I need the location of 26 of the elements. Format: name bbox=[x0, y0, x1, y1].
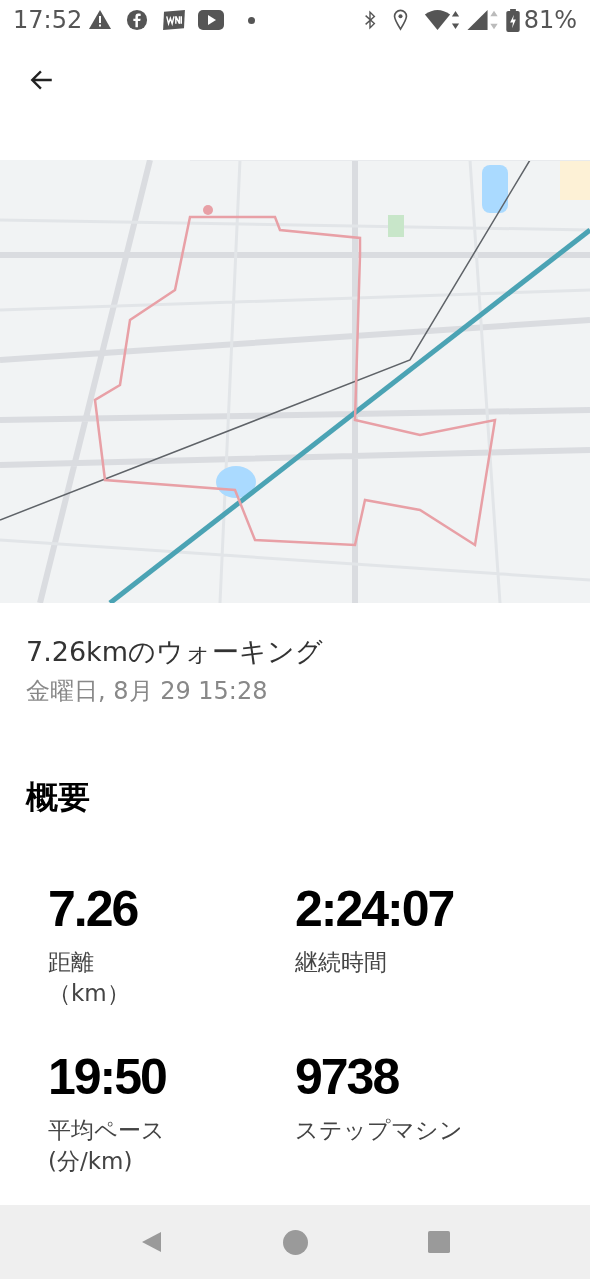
summary-heading: 概要 bbox=[26, 777, 91, 818]
signal-icon bbox=[465, 9, 500, 31]
warning-icon bbox=[88, 8, 113, 32]
nav-recents-icon[interactable] bbox=[428, 1231, 451, 1253]
activity-title: 7.26kmのウォーキング bbox=[26, 635, 325, 669]
nav-home-icon[interactable] bbox=[283, 1229, 309, 1255]
battery-percentage: 81% bbox=[523, 5, 577, 36]
stat-label: 距離 bbox=[48, 948, 95, 977]
stat-label: 平均ペース bbox=[48, 1116, 166, 1145]
more-notifications-icon bbox=[248, 16, 256, 24]
stat-value: 2:24:07 bbox=[295, 881, 455, 937]
stat-label: 継続時間 bbox=[295, 948, 388, 977]
battery-charging-icon bbox=[505, 8, 520, 32]
stat-label: ステップマシン bbox=[295, 1116, 464, 1145]
wifi-icon bbox=[423, 9, 460, 31]
activity-date: 金曜日, 8月 29 15:28 bbox=[26, 676, 269, 707]
status-time: 17:52 bbox=[13, 5, 83, 36]
location-icon bbox=[392, 9, 408, 31]
stat-unit: (分/km) bbox=[48, 1147, 134, 1176]
stat-value: 19:50 bbox=[48, 1049, 167, 1105]
stat-unit: （km） bbox=[48, 979, 131, 1008]
stat-value: 9738 bbox=[295, 1049, 400, 1105]
social-app-icon bbox=[126, 9, 149, 31]
video-app-icon bbox=[198, 10, 225, 30]
weather-app-icon bbox=[162, 10, 187, 30]
stat-value: 7.26 bbox=[48, 881, 139, 937]
